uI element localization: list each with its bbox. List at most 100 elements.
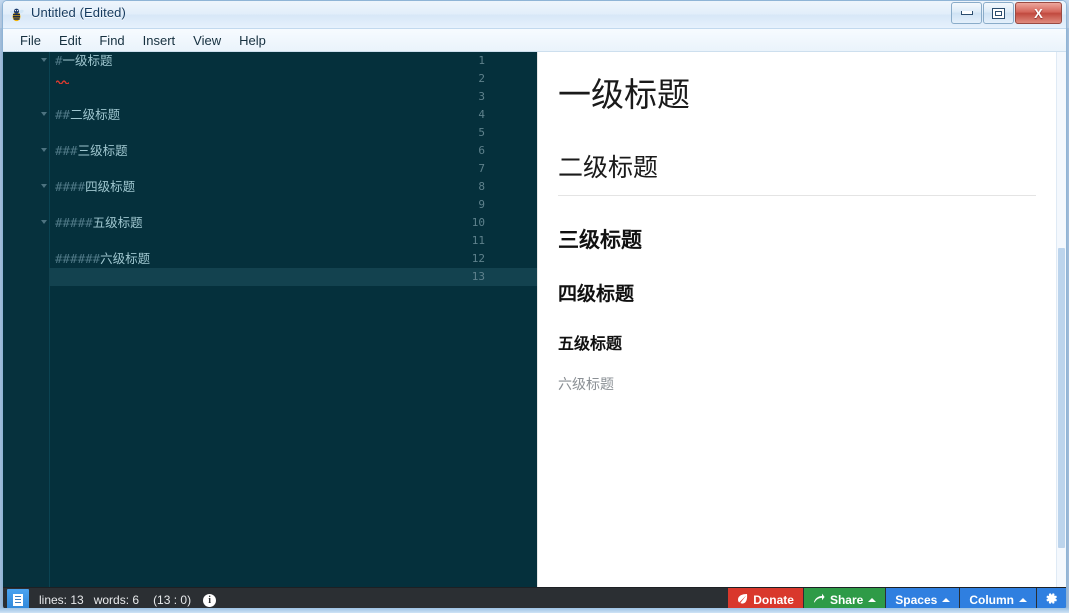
line-number: 7	[478, 162, 485, 175]
window-controls: X	[951, 2, 1062, 24]
share-button[interactable]: Share	[802, 588, 886, 609]
column-label: Column	[969, 593, 1014, 607]
menu-item-edit[interactable]: Edit	[50, 31, 90, 50]
application-window: Untitled (Edited) X File Edit Find Inser…	[2, 0, 1067, 610]
preview-heading-3: 三级标题	[558, 227, 642, 252]
settings-button[interactable]	[1036, 588, 1066, 609]
restore-button[interactable]	[983, 2, 1014, 24]
chevron-up-icon	[868, 598, 877, 602]
status-cursor-position: (13 : 0)	[153, 593, 192, 607]
spaces-label: Spaces	[895, 593, 938, 607]
preview-heading-2: 二级标题	[558, 153, 1036, 196]
menu-item-find[interactable]: Find	[90, 31, 133, 50]
preview-scrollbar[interactable]	[1056, 52, 1066, 587]
line-number: 11	[471, 234, 485, 247]
document-icon[interactable]	[7, 589, 29, 609]
menu-bar: File Edit Find Insert View Help	[3, 29, 1066, 52]
line-number: 8	[478, 180, 485, 193]
editor-line[interactable]: 6 ###三级标题	[3, 142, 537, 160]
title-bar: Untitled (Edited) X	[3, 1, 1066, 29]
heading-hash-marks: ###	[55, 143, 78, 158]
window-title: Untitled (Edited)	[31, 5, 126, 20]
line-number: 13	[471, 270, 485, 283]
info-icon[interactable]: i	[203, 593, 217, 607]
line-number: 3	[478, 90, 485, 103]
minimize-icon	[960, 11, 973, 15]
menu-item-file[interactable]: File	[11, 31, 50, 50]
fold-triangle-icon[interactable]	[41, 112, 47, 116]
line-text: ######六级标题	[55, 251, 151, 266]
line-number: 1	[478, 54, 485, 67]
editor-line[interactable]: 4 ##二级标题	[3, 106, 537, 124]
editor-line[interactable]: 13	[3, 268, 537, 286]
heading-hash-marks: ####	[55, 179, 86, 194]
editor-line[interactable]: 11	[3, 232, 537, 250]
spaces-button[interactable]: Spaces	[885, 588, 960, 609]
editor-line[interactable]: 2	[3, 70, 537, 88]
menu-item-help[interactable]: Help	[230, 31, 275, 50]
heading-hash-marks: ##	[55, 107, 71, 122]
line-text: ##二级标题	[55, 107, 121, 122]
editor-line[interactable]: 12 ######六级标题	[3, 250, 537, 268]
preview-heading-6: 六级标题	[558, 377, 614, 393]
preview-heading-1: 一级标题	[558, 78, 690, 114]
markdown-preview-pane: 一级标题 二级标题 三级标题 四级标题 五级标题 六级标题	[537, 52, 1066, 587]
status-bar: lines: 13 words: 6 (13 : 0) i Donate Sha…	[3, 587, 1066, 609]
chevron-up-icon	[1019, 598, 1027, 602]
fold-triangle-icon[interactable]	[41, 220, 47, 224]
menu-item-insert[interactable]: Insert	[134, 31, 185, 50]
fold-triangle-icon[interactable]	[41, 184, 47, 188]
heading-hash-marks: ######	[55, 251, 101, 266]
share-arrow-icon	[813, 593, 825, 607]
preview-content: 一级标题 二级标题 三级标题 四级标题 五级标题 六级标题	[538, 52, 1066, 395]
window-frame-bottom	[0, 608, 1069, 613]
markdown-editor-pane[interactable]: 1 #一级标题 2 3 4 ##二级标题 5 6 ###三级标题 7 8 ####四级标题 9 10 ###…	[3, 52, 537, 587]
fold-triangle-icon[interactable]	[41, 148, 47, 152]
screen: Untitled (Edited) X File Edit Find Inser…	[0, 0, 1069, 613]
line-number: 4	[478, 108, 485, 121]
menu-item-view[interactable]: View	[184, 31, 230, 50]
line-number: 2	[478, 72, 485, 85]
preview-heading-4: 四级标题	[558, 284, 635, 306]
donate-button[interactable]: Donate	[727, 588, 803, 609]
editor-line[interactable]: 1 #一级标题	[3, 52, 537, 70]
leaf-icon	[737, 593, 748, 607]
editor-preview-split: 1 #一级标题 2 3 4 ##二级标题 5 6 ###三级标题 7 8 ####四级标题 9 10 ###…	[3, 52, 1066, 587]
line-number: 9	[478, 198, 485, 211]
editor-line[interactable]: 3	[3, 88, 537, 106]
gear-icon	[1045, 592, 1058, 608]
editor-line[interactable]: 5	[3, 124, 537, 142]
status-lines-count: lines: 13	[39, 593, 84, 607]
line-text: #一级标题	[55, 53, 113, 68]
line-number: 6	[478, 144, 485, 157]
document-page-glyph	[13, 594, 23, 606]
spellcheck-squiggle-icon	[56, 79, 69, 84]
restore-icon	[992, 7, 1005, 19]
status-bar-actions: Donate Share Spaces Column	[727, 588, 1066, 609]
bee-icon	[9, 6, 26, 23]
column-button[interactable]: Column	[959, 588, 1036, 609]
code-rows[interactable]: 1 #一级标题 2 3 4 ##二级标题 5 6 ###三级标题 7 8 ####四级标题 9 10 ###…	[3, 52, 537, 286]
minimize-button[interactable]	[951, 2, 982, 24]
donate-label: Donate	[753, 593, 794, 607]
fold-triangle-icon[interactable]	[41, 58, 47, 62]
share-label: Share	[829, 593, 864, 607]
line-text: #####五级标题	[55, 215, 143, 230]
status-words-count: words: 6	[93, 593, 140, 607]
editor-line[interactable]: 7	[3, 160, 537, 178]
editor-line[interactable]: 8 ####四级标题	[3, 178, 537, 196]
line-number: 5	[478, 126, 485, 139]
line-text: ###三级标题	[55, 143, 128, 158]
preview-heading-5: 五级标题	[558, 335, 623, 353]
editor-line[interactable]: 9	[3, 196, 537, 214]
line-number: 10	[471, 216, 485, 229]
line-number: 12	[471, 252, 485, 265]
line-text: ####四级标题	[55, 179, 136, 194]
editor-line[interactable]: 10 #####五级标题	[3, 214, 537, 232]
chevron-up-icon	[942, 598, 951, 602]
heading-hash-marks: #	[55, 53, 63, 68]
close-button[interactable]: X	[1015, 2, 1062, 24]
close-icon: X	[1034, 5, 1043, 21]
heading-hash-marks: #####	[55, 215, 93, 230]
preview-scrollbar-thumb[interactable]	[1058, 248, 1065, 548]
